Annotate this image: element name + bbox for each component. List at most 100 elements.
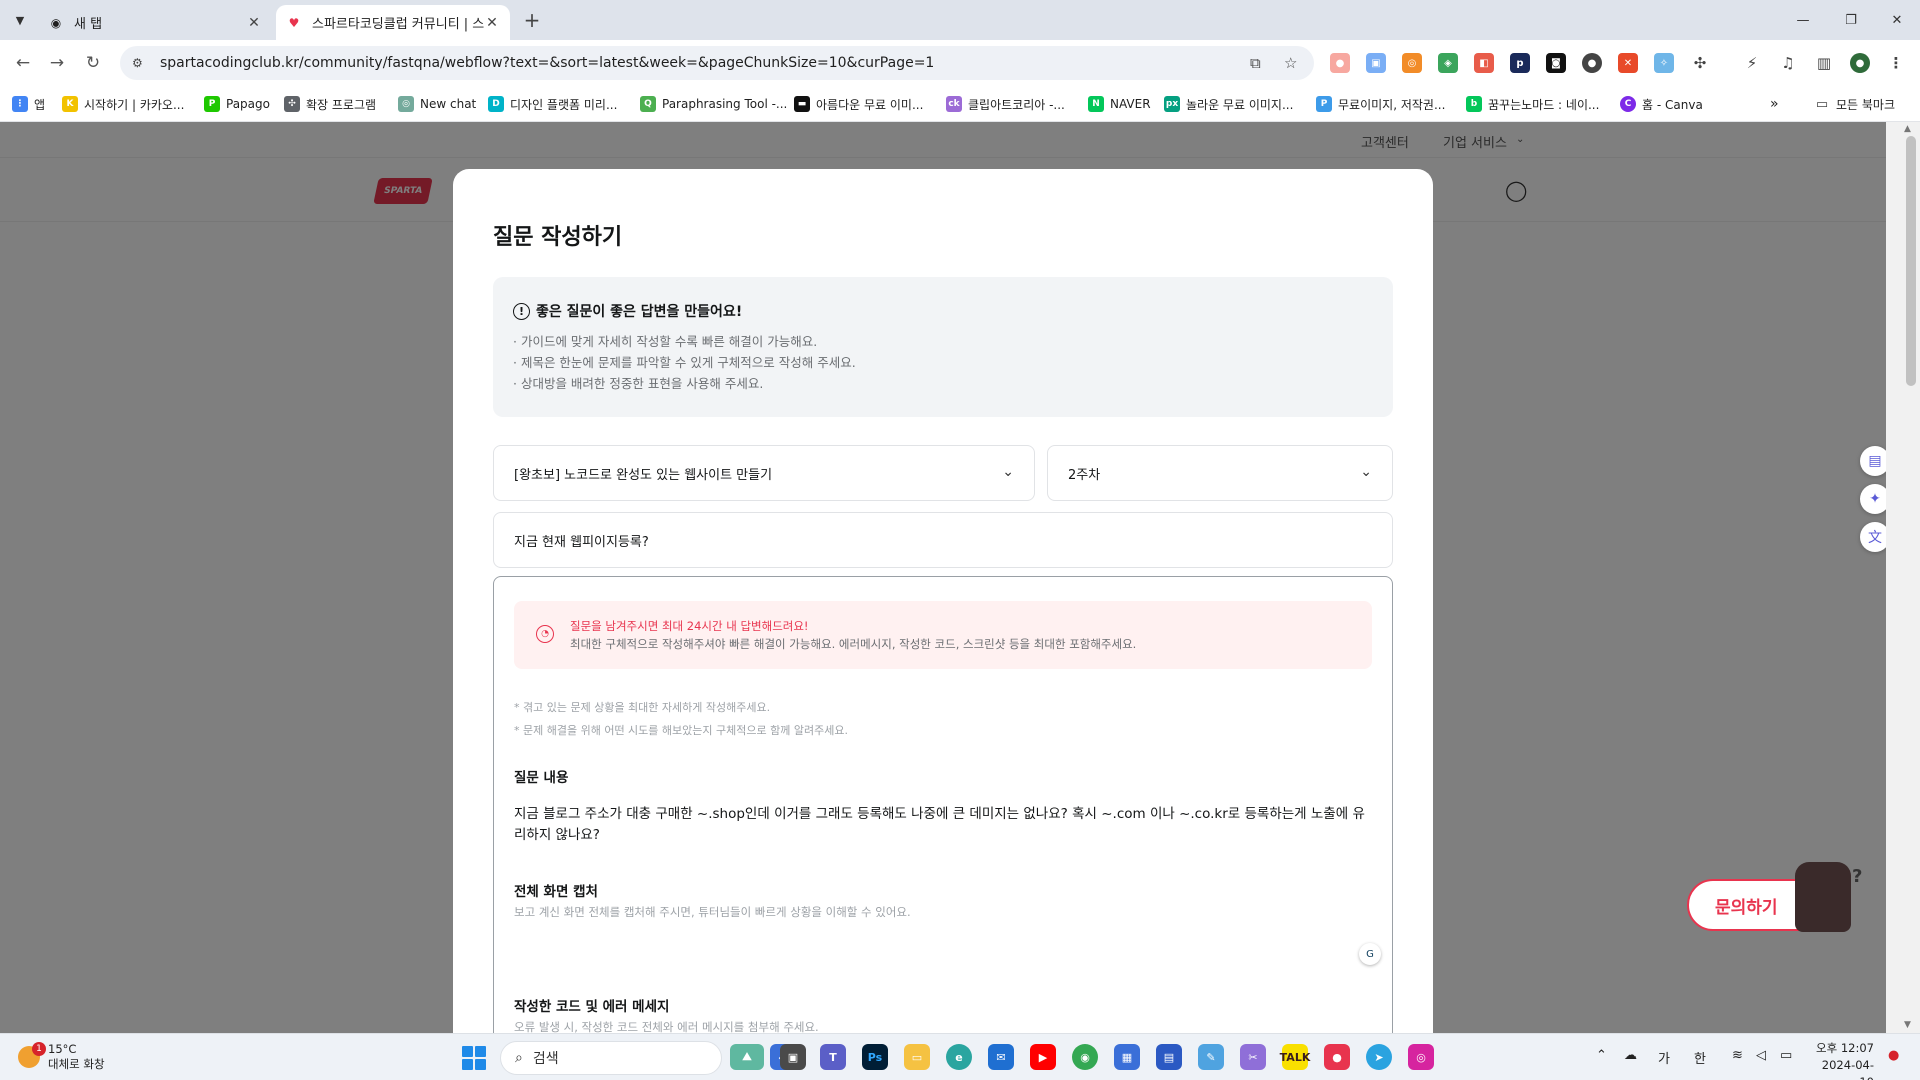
guide-line: · 상대방을 배려한 정중한 표현을 사용해 주세요. [513, 376, 764, 391]
bookmark-apps[interactable]: ⋮ 앱 [12, 94, 45, 114]
more-menu-icon[interactable]: ⋮ [1886, 53, 1906, 73]
close-tab-icon[interactable]: ✕ [246, 15, 262, 31]
bookmark-item[interactable]: Q Paraphrasing Tool -... [640, 94, 787, 114]
instagram-icon[interactable]: ◎ [1408, 1044, 1434, 1070]
bookmark-item[interactable]: px 놀라운 무료 이미지... [1164, 94, 1293, 114]
tab-search-chevron-icon[interactable]: ▼ [8, 8, 32, 32]
tab-new-tab[interactable]: ◉ 새 탭 ✕ [38, 5, 272, 40]
close-window-button[interactable]: ✕ [1874, 0, 1920, 40]
weather-widget[interactable]: 1 15°C 대체로 화창 [18, 1042, 105, 1072]
paint-icon[interactable]: ✎ [1198, 1044, 1224, 1070]
ime-indicator[interactable]: 가 [1658, 1048, 1670, 1067]
windows-start-icon[interactable] [462, 1046, 486, 1070]
new-tab-button[interactable]: + [520, 8, 544, 32]
bookmark-item[interactable]: N NAVER [1088, 94, 1151, 114]
mascot-character[interactable] [1795, 862, 1851, 932]
restore-button[interactable]: ❐ [1828, 0, 1874, 40]
scroll-down-arrow-icon[interactable]: ▼ [1904, 1020, 1911, 1030]
extension-icon[interactable]: p [1510, 53, 1530, 73]
extension-icon[interactable]: ◧ [1474, 53, 1494, 73]
minimize-button[interactable]: — [1780, 0, 1826, 40]
side-panel-icon[interactable]: ▥ [1814, 53, 1834, 73]
extensions-puzzle-icon[interactable]: ✣ [1690, 53, 1710, 73]
bookmark-label: NAVER [1110, 97, 1151, 111]
extension-icon[interactable]: ● [1582, 53, 1602, 73]
apps-grid-icon: ⋮ [12, 96, 28, 112]
clock-time: 오후 12:07 [1816, 1041, 1874, 1055]
bookmark-item[interactable]: P Papago [204, 94, 270, 114]
extension-icon[interactable]: ✧ [1654, 53, 1674, 73]
open-in-app-icon[interactable]: ⧉ [1250, 54, 1261, 72]
reload-icon[interactable]: ↻ [80, 50, 106, 76]
scrollbar-thumb[interactable] [1906, 136, 1916, 386]
app-icon[interactable]: ● [1324, 1044, 1350, 1070]
extension-icon[interactable]: ◈ [1438, 53, 1458, 73]
browser-toolbar: ← → ↻ ⚙ spartacodingclub.kr/community/fa… [0, 40, 1920, 86]
extension-icon[interactable]: ▣ [1366, 53, 1386, 73]
clock-date: 2024-04-10 [1821, 1058, 1874, 1080]
scroll-up-arrow-icon[interactable]: ▲ [1904, 124, 1911, 134]
question-content-text[interactable]: 지금 블로그 주소가 대충 구매한 ~.shop인데 이거를 그래도 등록해도 … [514, 804, 1374, 846]
bookmark-item[interactable]: ▬ 아름다운 무료 이미... [794, 94, 923, 114]
bookmark-label: 무료이미지, 저작권... [1338, 97, 1446, 112]
snipping-tool-icon[interactable]: ✂ [1240, 1044, 1266, 1070]
extension-icon[interactable]: ◎ [1402, 53, 1422, 73]
onedrive-icon[interactable]: ☁ [1624, 1048, 1637, 1063]
profile-avatar[interactable]: ● [1850, 53, 1870, 73]
extension-icon[interactable]: ✕ [1618, 53, 1638, 73]
extension-icon[interactable]: ● [1330, 53, 1350, 73]
course-select[interactable]: [왕초보] 노코드로 완성도 있는 웹사이트 만들기 ⌄ [493, 445, 1035, 501]
close-tab-icon[interactable]: ✕ [484, 15, 500, 31]
bookmark-item[interactable]: b 꿈꾸는노마드 : 네이... [1466, 94, 1599, 114]
clock-icon: ◔ [536, 625, 554, 643]
kakaotalk-icon[interactable]: TALK [1280, 1044, 1310, 1070]
all-bookmarks-folder[interactable]: ▭ 모든 북마크 [1814, 94, 1895, 114]
notepad-icon[interactable]: ▤ [1156, 1044, 1182, 1070]
photoshop-icon[interactable]: Ps [862, 1044, 888, 1070]
bookmark-star-icon[interactable]: ☆ [1284, 54, 1297, 72]
mail-icon[interactable]: ✉ [988, 1044, 1014, 1070]
notification-bell-icon[interactable]: ● [1888, 1048, 1899, 1063]
bookmark-label: 홈 - Canva [1642, 97, 1703, 112]
question-title-input[interactable]: 지금 현재 웹피이지등록? [493, 512, 1393, 568]
back-arrow-icon[interactable]: ← [10, 50, 36, 76]
performance-icon[interactable]: ⚡ [1742, 53, 1762, 73]
bookmark-item[interactable]: D 디자인 플랫폼 미리... [488, 94, 617, 114]
chrome-taskbar-icon[interactable]: ◉ [1072, 1044, 1098, 1070]
task-view-icon[interactable]: ▣ [780, 1044, 806, 1070]
youtube-icon[interactable]: ▶ [1030, 1044, 1056, 1070]
media-control-icon[interactable]: ♫ [1778, 53, 1798, 73]
extension-icon[interactable]: ◙ [1546, 53, 1566, 73]
bookmark-item[interactable]: P 무료이미지, 저작권... [1316, 94, 1445, 114]
tab-sparta-community[interactable]: ♥ 스파르타코딩클럽 커뮤니티 | 스 ✕ [276, 5, 510, 40]
bookmark-item[interactable]: K 시작하기 | 카카오... [62, 94, 184, 114]
bookmark-item[interactable]: ◎ New chat [398, 94, 476, 114]
wifi-icon[interactable]: ≋ [1732, 1048, 1743, 1063]
more-bookmarks-chevron-icon[interactable]: » [1770, 94, 1779, 114]
battery-icon[interactable]: ▭ [1780, 1048, 1792, 1063]
teams-icon[interactable]: T [820, 1044, 846, 1070]
taskbar-search[interactable]: ⌕ 검색 [500, 1041, 722, 1075]
bookmark-item[interactable]: C 홈 - Canva [1620, 94, 1703, 114]
speaker-icon[interactable]: ◁ [1756, 1048, 1766, 1063]
address-bar[interactable]: ⚙ spartacodingclub.kr/community/fastqna/… [120, 46, 1314, 80]
site-info-icon[interactable]: ⚙ [132, 56, 148, 70]
telegram-icon[interactable]: ➤ [1366, 1044, 1392, 1070]
bookmark-label: 아름다운 무료 이미... [816, 97, 924, 112]
grammarly-icon[interactable]: G [1359, 943, 1381, 965]
file-explorer-icon[interactable]: ▭ [904, 1044, 930, 1070]
system-clock[interactable]: 오후 12:07 2024-04-10 [1814, 1040, 1874, 1080]
bookmark-item[interactable]: ✣ 확장 프로그램 [284, 94, 376, 114]
calculator-icon[interactable]: ▦ [1114, 1044, 1140, 1070]
forward-arrow-icon[interactable]: → [44, 50, 70, 76]
question-body-editor[interactable]: ◔ 질문을 남겨주시면 최대 24시간 내 답변해드려요! 최대한 구체적으로 … [493, 576, 1393, 1033]
edge-icon[interactable]: e [946, 1044, 972, 1070]
week-select[interactable]: 2주차 ⌄ [1047, 445, 1393, 501]
answer-time-notice: ◔ 질문을 남겨주시면 최대 24시간 내 답변해드려요! 최대한 구체적으로 … [514, 601, 1372, 669]
bookmark-item[interactable]: ck 클립아트코리아 -... [946, 94, 1065, 114]
page-scrollbar[interactable]: ▲ ▼ [1886, 122, 1920, 1033]
bookmark-label: 디자인 플랫폼 미리... [510, 97, 618, 112]
bookmark-label: 클립아트코리아 -... [968, 97, 1065, 112]
tray-chevron-up-icon[interactable]: ⌃ [1596, 1048, 1607, 1063]
ime-mode[interactable]: 한 [1694, 1048, 1706, 1067]
